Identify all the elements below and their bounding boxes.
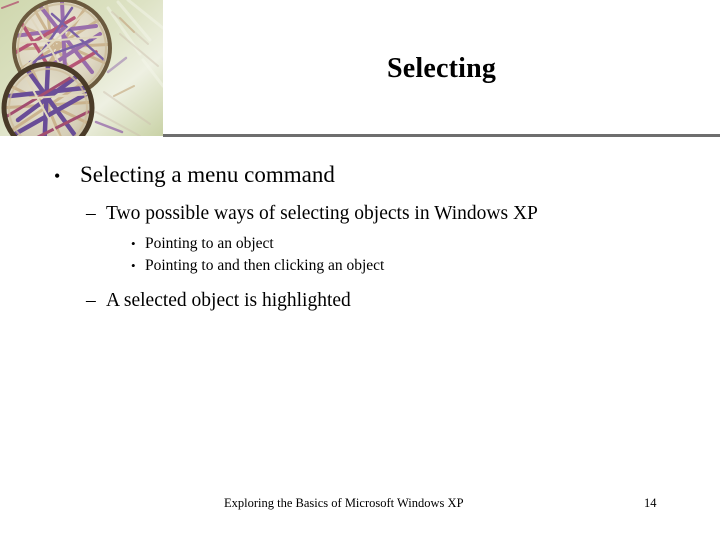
list-item: • Selecting a menu command [0, 158, 720, 193]
title-divider [163, 134, 720, 137]
bullet-dot-icon: • [54, 166, 61, 186]
woven-plates-photo-art [0, 0, 163, 136]
list-item-label: Selecting a menu command [80, 162, 335, 187]
bullet-dot-icon: • [131, 258, 136, 273]
slide-canvas: Selecting • Selecting a menu command – T… [0, 0, 720, 540]
list-item: – A selected object is highlighted [0, 286, 720, 316]
page-title: Selecting [386, 53, 497, 84]
slide-title: Selecting [163, 52, 720, 86]
footer-title: Exploring the Basics of Microsoft Window… [224, 496, 464, 510]
bullet-dash-icon: – [86, 290, 96, 311]
slide-footer: Exploring the Basics of Microsoft Window… [0, 494, 720, 514]
list-item-label: Pointing to and then clicking an object [145, 257, 385, 274]
woven-plates-photo [0, 0, 163, 136]
list-item-label: Pointing to an object [145, 235, 274, 252]
bullet-list: • Selecting a menu command – Two possibl… [0, 158, 720, 316]
page-number: 14 [644, 496, 657, 510]
list-item: • Pointing to an object [0, 233, 720, 255]
bullet-dash-icon: – [86, 203, 96, 224]
list-item-label: Two possible ways of selecting objects i… [106, 203, 538, 224]
bullet-dot-icon: • [131, 236, 136, 251]
list-item-label: A selected object is highlighted [106, 290, 351, 311]
list-item: • Pointing to and then clicking an objec… [0, 255, 720, 277]
list-item: – Two possible ways of selecting objects… [0, 199, 720, 229]
